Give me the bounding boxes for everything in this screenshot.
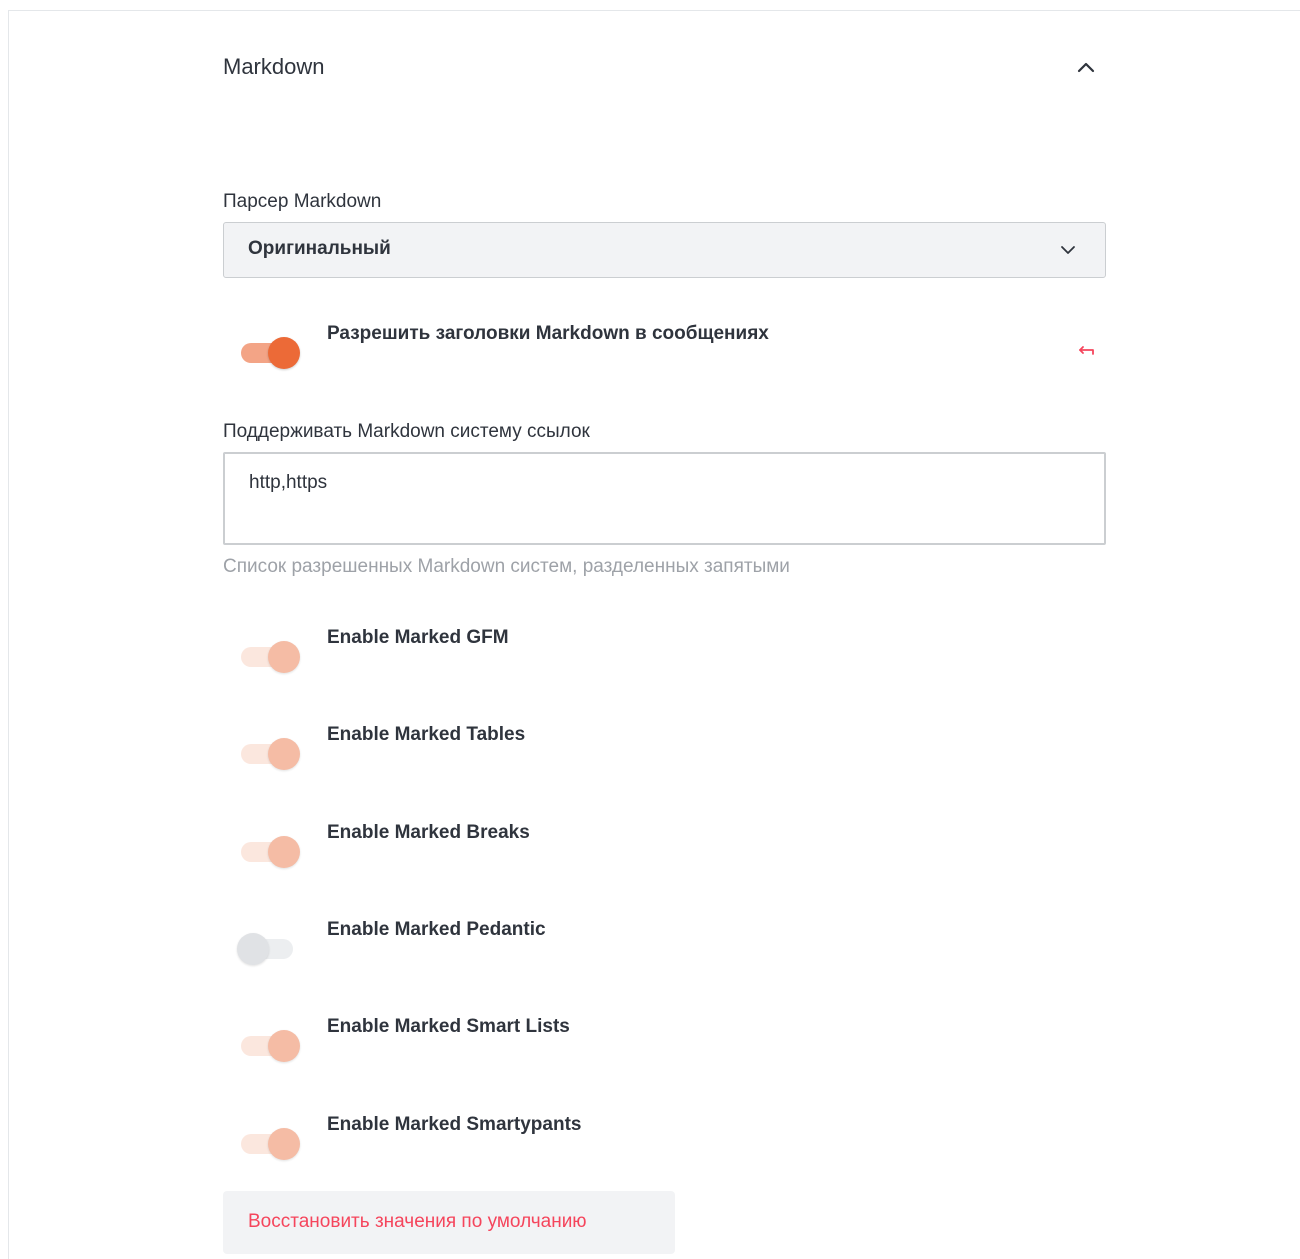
marked-tables-toggle[interactable] <box>237 736 300 770</box>
parser-select-value: Оригинальный <box>248 238 391 259</box>
section-header[interactable]: Markdown <box>223 50 1106 86</box>
headers-toggle[interactable] <box>237 335 300 369</box>
marked-pedantic-label: Enable Marked Pedantic <box>327 919 546 940</box>
toggle-row-headers: Разрешить заголовки Markdown в сообщения… <box>223 323 1106 369</box>
link-schemes-input[interactable]: http,https <box>223 452 1106 545</box>
marked-smart-lists-label: Enable Marked Smart Lists <box>327 1016 570 1037</box>
reset-defaults-label: Восстановить значения по умолчанию <box>248 1211 587 1232</box>
toggle-row-smart-lists: Enable Marked Smart Lists <box>223 1016 1106 1062</box>
marked-smartypants-toggle[interactable] <box>237 1126 300 1160</box>
marked-pedantic-toggle[interactable] <box>237 931 295 965</box>
reset-defaults-button[interactable]: Восстановить значения по умолчанию <box>223 1191 675 1254</box>
toggle-row-pedantic: Enable Marked Pedantic <box>223 919 1106 965</box>
toggle-row-gfm: Enable Marked GFM <box>223 627 1106 673</box>
marked-gfm-toggle[interactable] <box>237 639 300 673</box>
toggle-row-breaks: Enable Marked Breaks <box>223 822 1106 868</box>
parser-label: Парсер Markdown <box>223 191 382 212</box>
toggle-row-smartypants: Enable Marked Smartypants <box>223 1114 1106 1160</box>
chevron-up-icon[interactable] <box>1074 56 1098 80</box>
marked-smartypants-label: Enable Marked Smartypants <box>327 1114 582 1135</box>
marked-gfm-label: Enable Marked GFM <box>327 627 509 648</box>
chevron-down-icon <box>1057 239 1079 261</box>
link-schemes-value: http,https <box>249 472 328 493</box>
link-schemes-label: Поддерживать Markdown систему ссылок <box>223 421 590 442</box>
toggle-row-tables: Enable Marked Tables <box>223 724 1106 770</box>
marked-breaks-label: Enable Marked Breaks <box>327 822 530 843</box>
undo-arrow-icon[interactable] <box>1076 339 1100 363</box>
link-schemes-hint: Список разрешенных Markdown систем, разд… <box>223 556 790 577</box>
marked-tables-label: Enable Marked Tables <box>327 724 526 745</box>
marked-smart-lists-toggle[interactable] <box>237 1028 300 1062</box>
marked-breaks-toggle[interactable] <box>237 834 300 868</box>
section-title: Markdown <box>223 54 325 79</box>
parser-select[interactable]: Оригинальный <box>223 222 1106 278</box>
headers-toggle-label: Разрешить заголовки Markdown в сообщения… <box>327 323 769 344</box>
